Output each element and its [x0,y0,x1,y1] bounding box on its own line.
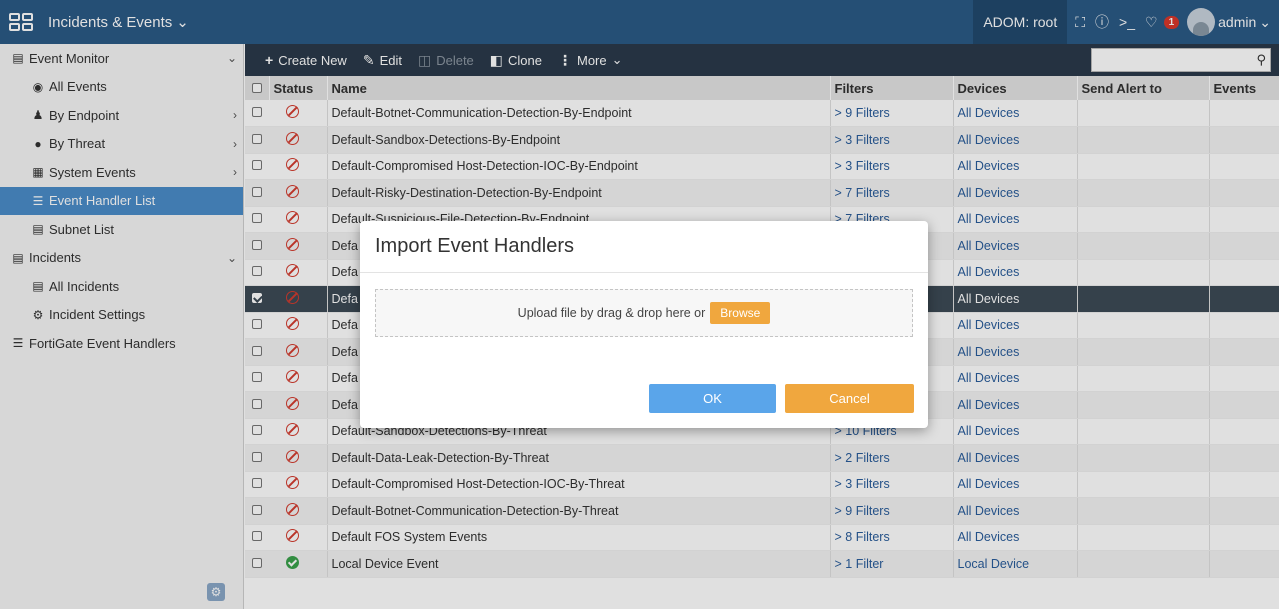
import-dialog: Import Event Handlers Upload file by dra… [360,221,928,428]
cancel-button[interactable]: Cancel [785,384,914,413]
dropzone-text: Upload file by drag & drop here or [517,306,706,320]
file-dropzone[interactable]: Upload file by drag & drop here or Brows… [375,289,913,337]
ok-button[interactable]: OK [649,384,776,413]
browse-button[interactable]: Browse [710,302,771,324]
dialog-title: Import Event Handlers [360,221,928,273]
